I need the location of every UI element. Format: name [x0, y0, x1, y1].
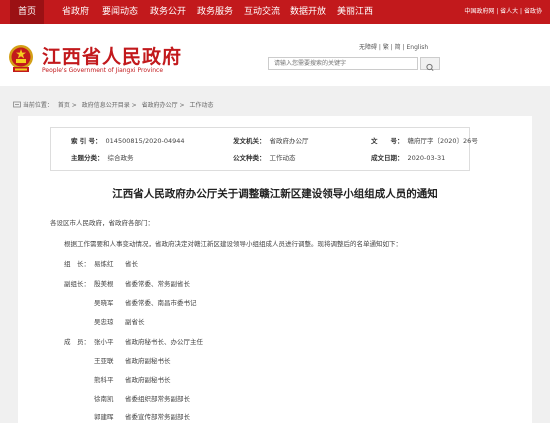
- utility-links[interactable]: 无障碍 | 繁 | 简 | English: [359, 42, 428, 51]
- member-name: 吴晓军: [94, 299, 114, 307]
- member-position: 省政府秘书长、办公厅主任: [125, 338, 203, 346]
- nav-provincial-government[interactable]: 省政府: [62, 0, 89, 24]
- site-subtitle: People's Government of Jiangxi Province: [42, 67, 164, 74]
- breadcrumb: 当前位置： 首页 > 政府信息公开目录 > 省政府办公厅 > 工作动态: [13, 100, 213, 109]
- deputy-leader-label: 副组长：: [64, 280, 90, 288]
- document-title: 江西省人民政府办公厅关于调整赣江新区建设领导小组组成人员的通知: [112, 188, 438, 200]
- breadcrumb-item[interactable]: 省政府办公厅: [142, 102, 178, 109]
- member-name: 熊科平: [94, 376, 114, 384]
- member-name: 吴忠琼: [94, 318, 114, 326]
- nav-government-services[interactable]: 政务服务: [197, 0, 233, 24]
- nav-interaction[interactable]: 互动交流: [244, 0, 280, 24]
- nav-news[interactable]: 要闻动态: [102, 0, 138, 24]
- top-links[interactable]: 中国政府网 | 省人大 | 省政协: [464, 0, 542, 24]
- search-icon: [426, 63, 434, 72]
- breadcrumb-item[interactable]: 政府信息公开目录: [82, 102, 130, 109]
- member-name: 殷美根: [94, 280, 114, 288]
- member-position: 省委组织部常务副部长: [125, 395, 190, 403]
- document-addressee: 各设区市人民政府，省政府各部门：: [50, 219, 154, 227]
- member-position: 省委常委、常务副省长: [125, 280, 190, 288]
- nav-open-data[interactable]: 数据开放: [290, 0, 326, 24]
- leader-label: 组 长：: [64, 260, 90, 268]
- location-icon: [13, 101, 21, 108]
- member-position: 省委宣传部常务副部长: [125, 413, 190, 421]
- document-intro: 根据工作需要和人事变动情况，省政府决定对赣江新区建设领导小组组成人员进行调整。现…: [64, 240, 402, 248]
- search-button[interactable]: [420, 57, 440, 72]
- breadcrumb-prefix: 当前位置：: [22, 102, 53, 109]
- meta-topic: 主题分类： 综合政务: [71, 154, 134, 162]
- nav-beautiful-jiangxi[interactable]: 美丽江西: [337, 0, 373, 24]
- member-name: 张小平: [94, 338, 114, 346]
- breadcrumb-item[interactable]: 工作动态: [189, 102, 213, 109]
- search-input[interactable]: [268, 57, 418, 70]
- breadcrumb-item[interactable]: 首页: [58, 102, 70, 109]
- members-label: 成 员：: [64, 338, 90, 346]
- member-position: 省长: [125, 260, 138, 268]
- top-nav-bar: 首页 省政府 要闻动态 政务公开 政务服务 互动交流 数据开放 美丽江西 中国政…: [0, 0, 550, 24]
- meta-document-number: 文 号： 赣府厅字〔2020〕26号: [371, 137, 478, 145]
- member-name: 徐南凯: [94, 395, 114, 403]
- site-title[interactable]: 江西省人民政府: [42, 42, 182, 69]
- national-emblem-icon: [9, 45, 33, 72]
- member-position: 省委常委、南昌市委书记: [125, 299, 197, 307]
- member-name: 王亚联: [94, 357, 114, 365]
- meta-index: 索 引 号： 014500815/2020-04944: [71, 137, 185, 145]
- member-name: 郭建晖: [94, 413, 114, 421]
- nav-home[interactable]: 首页: [10, 0, 45, 24]
- member-position: 省政府副秘书长: [125, 376, 171, 384]
- nav-open-government[interactable]: 政务公开: [150, 0, 186, 24]
- member-position: 副省长: [125, 318, 145, 326]
- meta-issuing-org: 发文机关： 省政府办公厅: [233, 137, 309, 145]
- document-meta-table: 索 引 号： 014500815/2020-04944 发文机关： 省政府办公厅 文…: [50, 127, 478, 171]
- member-position: 省政府副秘书长: [125, 357, 171, 365]
- meta-date: 成文日期： 2020-03-31: [371, 154, 446, 162]
- meta-document-type: 公文种类： 工作动态: [233, 154, 296, 162]
- member-name: 易炼红: [94, 260, 114, 268]
